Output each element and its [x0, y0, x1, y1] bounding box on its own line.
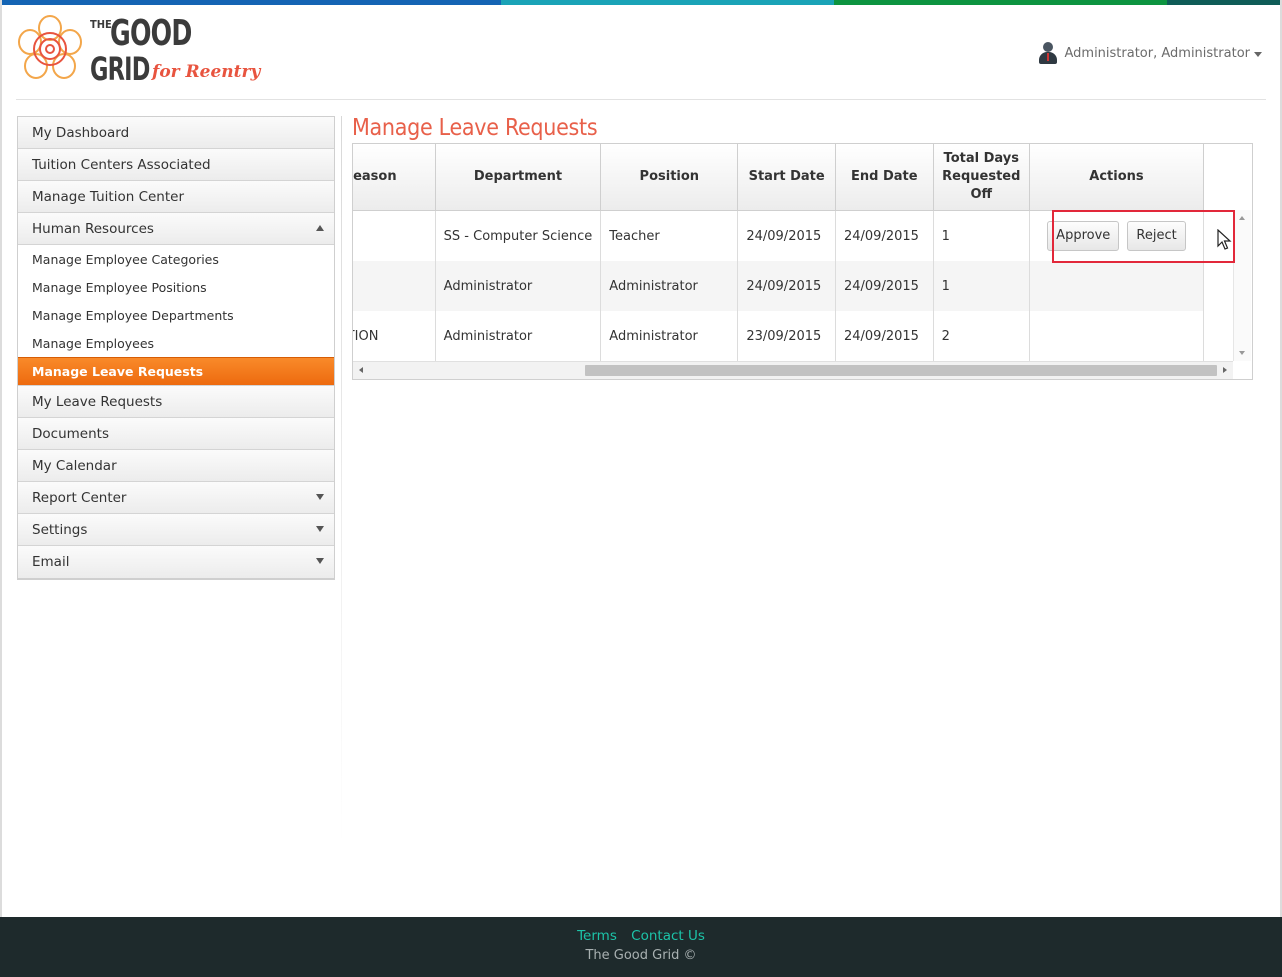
top-color-bar — [0, 0, 1282, 5]
logo-the: THE — [90, 18, 112, 31]
table-row: VACATION Administrator Administrator 23/… — [353, 311, 1205, 361]
cell-reason: VACATION — [353, 311, 436, 361]
logo-grid: GRID — [90, 50, 150, 88]
cell-position: Teacher — [600, 210, 739, 261]
table-horizontal-scrollbar[interactable] — [353, 361, 1233, 379]
content-divider — [341, 116, 342, 846]
cell-position: Administrator — [600, 311, 739, 361]
chevron-down-icon — [1254, 51, 1262, 57]
chevron-down-icon — [316, 494, 324, 500]
logo-tagline: for Reentry — [152, 62, 261, 82]
cell-end-date: 24/09/2015 — [835, 261, 934, 311]
column-header-reason[interactable]: Reason — [353, 144, 436, 211]
sidebar-item-documents[interactable]: Documents — [18, 418, 334, 450]
sidebar-item-my-calendar[interactable]: My Calendar — [18, 450, 334, 482]
cell-actions — [1029, 311, 1205, 361]
column-header-department[interactable]: Department — [435, 144, 602, 211]
header-divider — [16, 99, 1266, 100]
human-resources-submenu: Manage Employee Categories Manage Employ… — [18, 245, 334, 386]
sidebar-item-manage-employee-departments[interactable]: Manage Employee Departments — [18, 301, 334, 329]
cell-total-days: 2 — [933, 311, 1030, 361]
scrollbar-thumb[interactable] — [585, 365, 1217, 376]
cell-start-date: 23/09/2015 — [737, 311, 836, 361]
terms-link[interactable]: Terms — [577, 928, 617, 944]
contact-us-link[interactable]: Contact Us — [631, 928, 705, 944]
scroll-up-icon[interactable] — [1239, 216, 1245, 220]
table-header-row: Reason Department Position Start Date En… — [353, 144, 1205, 211]
cell-total-days: 1 — [933, 210, 1030, 261]
user-name: Administrator, Administrator — [1064, 45, 1250, 61]
page-title: Manage Leave Requests — [352, 115, 598, 141]
cell-reason — [353, 210, 436, 261]
column-header-end-date[interactable]: End Date — [835, 144, 934, 211]
cell-end-date: 24/09/2015 — [835, 210, 934, 261]
cell-end-date: 24/09/2015 — [835, 311, 934, 361]
column-header-position[interactable]: Position — [600, 144, 739, 211]
scroll-down-icon[interactable] — [1239, 351, 1245, 355]
sidebar-item-manage-employee-categories[interactable]: Manage Employee Categories — [18, 245, 334, 273]
scroll-left-icon[interactable] — [359, 367, 363, 373]
sidebar-item-tuition-centers-associated[interactable]: Tuition Centers Associated — [18, 149, 334, 181]
sidebar-item-manage-tuition-center[interactable]: Manage Tuition Center — [18, 181, 334, 213]
cell-actions: Approve Reject — [1029, 210, 1205, 261]
user-avatar-icon — [1038, 42, 1058, 64]
chevron-up-icon — [316, 225, 324, 231]
logo[interactable]: THE GOOD GRID for Reentry — [16, 13, 260, 88]
table-row: SS - Computer Science Teacher 24/09/2015… — [353, 210, 1205, 261]
flower-logo-icon — [18, 15, 82, 79]
sidebar-item-my-dashboard[interactable]: My Dashboard — [18, 117, 334, 149]
sidebar-item-my-leave-requests[interactable]: My Leave Requests — [18, 386, 334, 418]
cell-position: Administrator — [600, 261, 739, 311]
mouse-cursor-icon — [1217, 229, 1232, 250]
table-vertical-scrollbar[interactable] — [1233, 210, 1251, 361]
cell-department: Administrator — [435, 261, 602, 311]
cell-total-days: 1 — [933, 261, 1030, 311]
user-menu[interactable]: Administrator, Administrator — [1038, 42, 1262, 64]
cell-reason — [353, 261, 436, 311]
scroll-right-icon[interactable] — [1223, 367, 1227, 373]
sidebar-item-manage-employee-positions[interactable]: Manage Employee Positions — [18, 273, 334, 301]
column-header-start-date[interactable]: Start Date — [737, 144, 836, 211]
sidebar-item-manage-employees[interactable]: Manage Employees — [18, 329, 334, 357]
reject-button[interactable]: Reject — [1127, 221, 1186, 251]
cell-start-date: 24/09/2015 — [737, 210, 836, 261]
sidebar-item-manage-leave-requests[interactable]: Manage Leave Requests — [18, 357, 334, 385]
footer: Terms Contact Us The Good Grid © — [0, 917, 1282, 977]
chevron-down-icon — [316, 526, 324, 532]
sidebar-item-email[interactable]: Email — [18, 546, 334, 578]
sidebar-item-report-center[interactable]: Report Center — [18, 482, 334, 514]
column-header-total-days[interactable]: Total Days Requested Off — [933, 144, 1030, 211]
approve-button[interactable]: Approve — [1047, 221, 1120, 251]
logo-good: GOOD — [110, 13, 192, 54]
cell-actions — [1029, 261, 1205, 311]
copyright-text: The Good Grid © — [585, 948, 697, 963]
chevron-down-icon — [316, 558, 324, 564]
leave-requests-table: Reason Department Position Start Date En… — [352, 143, 1253, 380]
table-row: Administrator Administrator 24/09/2015 2… — [353, 261, 1205, 311]
cell-department: Administrator — [435, 311, 602, 361]
cell-start-date: 24/09/2015 — [737, 261, 836, 311]
sidebar-item-settings[interactable]: Settings — [18, 514, 334, 546]
cell-department: SS - Computer Science — [435, 210, 602, 261]
sidebar: My Dashboard Tuition Centers Associated … — [17, 116, 335, 580]
column-header-actions: Actions — [1029, 144, 1205, 211]
sidebar-item-human-resources[interactable]: Human Resources — [18, 213, 334, 245]
